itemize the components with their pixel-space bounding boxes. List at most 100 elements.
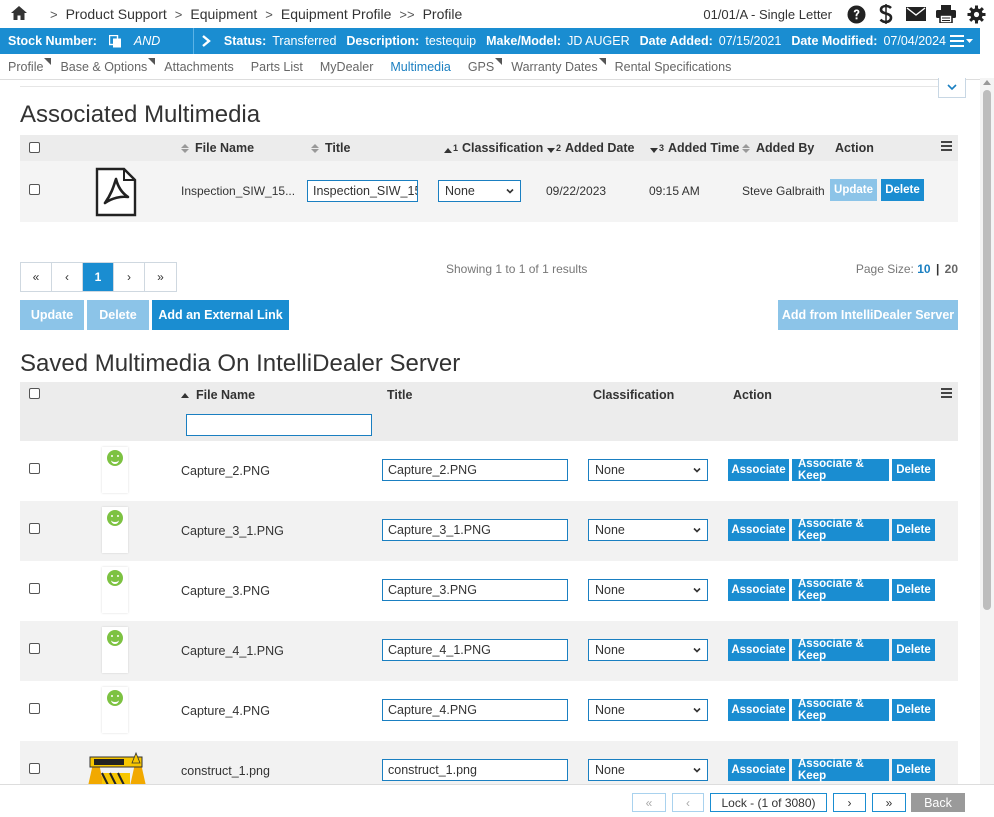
file-name-filter-value[interactable] [186, 414, 372, 436]
back-button[interactable]: Back [911, 793, 965, 812]
add-from-server-button[interactable]: Add from IntelliDealer Server [778, 300, 958, 330]
image-thumbnail[interactable] [102, 507, 128, 553]
add-external-link-button[interactable]: Add an External Link [152, 300, 289, 330]
record-lock-button[interactable]: Lock - (1 of 3080) [710, 793, 827, 812]
tab-rental-specifications[interactable]: Rental Specifications [615, 60, 740, 79]
row-classification-select[interactable]: None [588, 579, 708, 601]
scroll-up-arrow-icon[interactable] [983, 80, 991, 85]
expand-status-chevron-icon[interactable] [192, 28, 218, 54]
row-checkbox[interactable] [29, 463, 40, 474]
tab-mydealer[interactable]: MyDealer [320, 60, 382, 79]
associate-keep-button[interactable]: Associate & Keep [792, 698, 889, 722]
row-title-input[interactable]: Capture_2.PNG [382, 459, 568, 481]
file-name-filter-input[interactable] [186, 414, 372, 436]
header-title[interactable]: Title [311, 141, 350, 155]
breadcrumb-equipment[interactable]: Equipment [190, 6, 257, 22]
tab-profile[interactable]: Profile [8, 58, 52, 79]
row-checkbox[interactable] [29, 643, 40, 654]
update-button[interactable]: Update [20, 300, 84, 330]
header-classification[interactable]: Classification [593, 388, 674, 402]
tab-base-options[interactable]: Base & Options [60, 58, 156, 79]
associate-button[interactable]: Associate [728, 639, 789, 661]
header-added-time[interactable]: 3 Added Time [650, 141, 739, 155]
row-title-input-value[interactable]: Capture_4.PNG [382, 699, 568, 721]
record-last-button[interactable]: » [872, 793, 906, 812]
grid-menu-icon[interactable] [941, 141, 952, 151]
row-classification-select[interactable]: None [588, 699, 708, 721]
row-delete-button[interactable]: Delete [881, 179, 924, 201]
mail-icon[interactable] [906, 4, 926, 24]
record-next-button[interactable]: › [833, 793, 866, 812]
context-label[interactable]: 01/01/A - Single Letter [703, 7, 832, 22]
row-title-input[interactable]: Capture_4.PNG [382, 699, 568, 721]
row-delete-button[interactable]: Delete [892, 519, 935, 541]
associate-button[interactable]: Associate [728, 519, 789, 541]
row-delete-button[interactable]: Delete [892, 579, 935, 601]
header-added-by[interactable]: Added By [742, 141, 814, 155]
row-title-input[interactable]: Capture_3_1.PNG [382, 519, 568, 541]
row-update-button[interactable]: Update [830, 179, 877, 201]
row-checkbox[interactable] [29, 703, 40, 714]
record-prev-button[interactable]: ‹ [672, 793, 704, 812]
s-logo-icon[interactable] [876, 4, 896, 24]
header-file-name[interactable]: File Name [181, 141, 254, 155]
row-classification-select[interactable]: None [588, 459, 708, 481]
row-delete-button[interactable]: Delete [892, 759, 935, 781]
associate-button[interactable]: Associate [728, 579, 789, 601]
record-first-button[interactable]: « [632, 793, 666, 812]
associate-keep-button[interactable]: Associate & Keep [792, 758, 889, 782]
associate-keep-button[interactable]: Associate & Keep [792, 458, 889, 482]
header-file-name[interactable]: File Name [181, 388, 255, 402]
row-checkbox[interactable] [29, 523, 40, 534]
status-menu-icon[interactable] [950, 34, 974, 48]
associate-button[interactable]: Associate [728, 459, 789, 481]
image-thumbnail[interactable] [102, 627, 128, 673]
tab-multimedia[interactable]: Multimedia [390, 60, 458, 79]
page-size-20[interactable]: 20 [945, 262, 958, 276]
row-title-input-value[interactable]: Capture_4_1.PNG [382, 639, 568, 661]
header-title[interactable]: Title [387, 388, 412, 402]
row-delete-button[interactable]: Delete [892, 639, 935, 661]
image-thumbnail[interactable] [102, 567, 128, 613]
header-classification[interactable]: 1 Classification [444, 141, 543, 155]
associate-keep-button[interactable]: Associate & Keep [792, 578, 889, 602]
header-added-date[interactable]: 2 Added Date [547, 141, 634, 155]
settings-gear-icon[interactable] [966, 4, 986, 24]
copy-icon[interactable] [108, 34, 122, 48]
grid-menu-icon[interactable] [941, 388, 952, 398]
image-thumbnail[interactable] [102, 447, 128, 493]
pager-last-button[interactable]: » [145, 263, 176, 291]
breadcrumb-product-support[interactable]: Product Support [66, 6, 167, 22]
row-checkbox[interactable] [29, 763, 40, 774]
pager-first-button[interactable]: « [21, 263, 52, 291]
pager-prev-button[interactable]: ‹ [52, 263, 83, 291]
scrollbar-thumb[interactable] [983, 90, 991, 610]
pager-page-1[interactable]: 1 [83, 263, 114, 291]
associate-keep-button[interactable]: Associate & Keep [792, 518, 889, 542]
row-checkbox[interactable] [29, 583, 40, 594]
row-classification-select[interactable]: None [588, 519, 708, 541]
row-checkbox[interactable] [29, 184, 40, 195]
row-title-input[interactable]: construct_1.png [382, 759, 568, 781]
row-title-input[interactable]: Capture_4_1.PNG [382, 639, 568, 661]
row-delete-button[interactable]: Delete [892, 459, 935, 481]
row-title-input-value[interactable]: Capture_2.PNG [382, 459, 568, 481]
image-thumbnail[interactable] [102, 687, 128, 733]
tab-warranty-dates[interactable]: Warranty Dates [511, 58, 606, 79]
home-icon[interactable] [10, 5, 28, 23]
row-title-input-value[interactable]: Capture_3.PNG [382, 579, 568, 601]
tab-attachments[interactable]: Attachments [164, 60, 241, 79]
collapse-tabs-chevron-icon[interactable] [938, 78, 966, 98]
tab-gps[interactable]: GPS [468, 58, 503, 79]
pager-next-button[interactable]: › [114, 263, 145, 291]
row-classification-select[interactable]: None [588, 759, 708, 781]
associate-button[interactable]: Associate [728, 699, 789, 721]
associate-keep-button[interactable]: Associate & Keep [792, 638, 889, 662]
row-title-input-value[interactable]: construct_1.png [382, 759, 568, 781]
delete-button[interactable]: Delete [87, 300, 149, 330]
tab-parts-list[interactable]: Parts List [251, 60, 311, 79]
row-title-input-value[interactable]: Inspection_SIW_15 [307, 180, 418, 202]
select-all-checkbox[interactable] [29, 388, 40, 399]
help-icon[interactable] [846, 4, 866, 24]
row-classification-select[interactable]: None [588, 639, 708, 661]
